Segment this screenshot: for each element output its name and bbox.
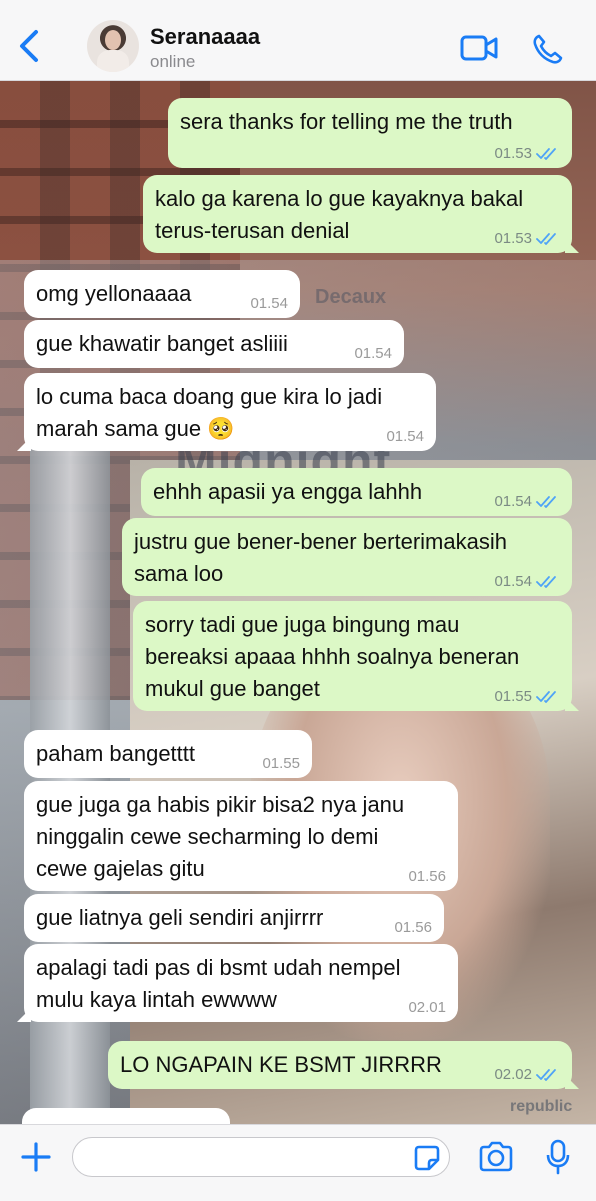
message-time: 01.54 [354, 345, 392, 362]
message-meta: 01.54 [494, 494, 560, 510]
outgoing-message-bubble[interactable]: ehhh apasii ya engga lahhh 01.54 [141, 468, 572, 516]
contact-avatar[interactable] [87, 20, 139, 72]
read-receipt-icon [536, 148, 556, 160]
incoming-message-bubble[interactable]: gue liatnya geli sendiri anjirrrr 01.56 [24, 894, 444, 942]
message-meta: 02.02 [494, 1067, 560, 1083]
message-meta: 01.55 [262, 756, 300, 772]
read-receipt-icon [536, 691, 556, 703]
read-receipt-icon [536, 496, 556, 508]
outgoing-message-bubble[interactable]: kalo ga karena lo gue kayaknya bakal ter… [143, 175, 579, 253]
message-meta: 01.55 [494, 689, 560, 705]
read-receipt-icon [536, 233, 556, 245]
chat-header: Seranaaaa online [0, 0, 596, 81]
contact-status: online [150, 52, 196, 71]
plus-icon[interactable] [20, 1141, 52, 1173]
read-receipt-icon [536, 576, 556, 588]
message-input[interactable] [72, 1137, 450, 1177]
read-receipt-icon [536, 1069, 556, 1081]
message-meta: 01.54 [354, 346, 392, 362]
message-meta: 01.56 [408, 869, 446, 885]
sticker-icon[interactable] [414, 1145, 440, 1171]
message-text: gue liatnya geli sendiri anjirrrr [36, 905, 324, 930]
message-input-bar [0, 1124, 596, 1201]
message-meta: 01.56 [394, 920, 432, 936]
message-time: 02.01 [408, 999, 446, 1016]
message-time: 01.55 [494, 688, 532, 705]
outgoing-message-bubble[interactable]: sorry tadi gue juga bingung mau bereaksi… [133, 601, 579, 711]
camera-icon[interactable] [478, 1141, 514, 1173]
incoming-message-bubble[interactable]: gue juga ga habis pikir bisa2 nya janu n… [24, 781, 458, 891]
microphone-icon[interactable] [546, 1139, 570, 1175]
incoming-message-bubble[interactable]: omg yellonaaaa 01.54 [24, 270, 300, 318]
wallpaper-footer-text: republic [510, 1098, 573, 1115]
incoming-message-bubble[interactable]: apalagi tadi pas di bsmt udah nempel mul… [17, 944, 458, 1022]
message-time: 01.54 [494, 493, 532, 510]
message-text: sera thanks for telling me the truth [180, 109, 513, 134]
message-time: 01.53 [494, 145, 532, 162]
message-meta: 01.53 [494, 146, 560, 162]
message-time: 01.53 [494, 230, 532, 247]
message-time: 01.54 [386, 428, 424, 445]
message-text: gue juga ga habis pikir bisa2 nya janu n… [36, 792, 405, 881]
message-text: gue khawatir banget asliiii [36, 331, 288, 356]
message-meta: 01.53 [494, 231, 560, 247]
message-meta: 01.54 [250, 296, 288, 312]
wallpaper-sign-text: Decaux [315, 286, 387, 308]
message-text: lo cuma baca doang gue kira lo jadi mara… [36, 384, 383, 441]
outgoing-message-bubble[interactable]: sera thanks for telling me the truth 01.5… [168, 98, 572, 168]
message-meta: 01.54 [386, 429, 424, 445]
message-time: 01.56 [408, 868, 446, 885]
contact-name[interactable]: Seranaaaa [150, 24, 260, 50]
outgoing-message-bubble[interactable]: justru gue bener-bener berterimakasih sa… [122, 518, 572, 596]
phone-call-icon[interactable] [531, 33, 563, 65]
message-time: 01.55 [262, 755, 300, 772]
message-meta: 02.01 [408, 1000, 446, 1016]
message-time: 01.56 [394, 919, 432, 936]
message-meta: 01.54 [494, 574, 560, 590]
back-chevron-icon[interactable] [14, 26, 44, 66]
message-time: 02.02 [494, 1066, 532, 1083]
incoming-message-bubble[interactable]: lo cuma baca doang gue kira lo jadi mara… [17, 373, 436, 451]
incoming-message-bubble[interactable]: paham bangetttt 01.55 [24, 730, 312, 778]
message-text: paham bangetttt [36, 741, 196, 766]
message-time: 01.54 [494, 573, 532, 590]
outgoing-message-bubble[interactable]: LO NGAPAIN KE BSMT JIRRRR 02.02 [108, 1041, 579, 1089]
message-time: 01.54 [250, 295, 288, 312]
video-call-icon[interactable] [460, 34, 498, 62]
incoming-message-bubble[interactable]: gue khawatir banget asliiii 01.54 [24, 320, 404, 368]
message-text: apalagi tadi pas di bsmt udah nempel mul… [36, 955, 401, 1012]
